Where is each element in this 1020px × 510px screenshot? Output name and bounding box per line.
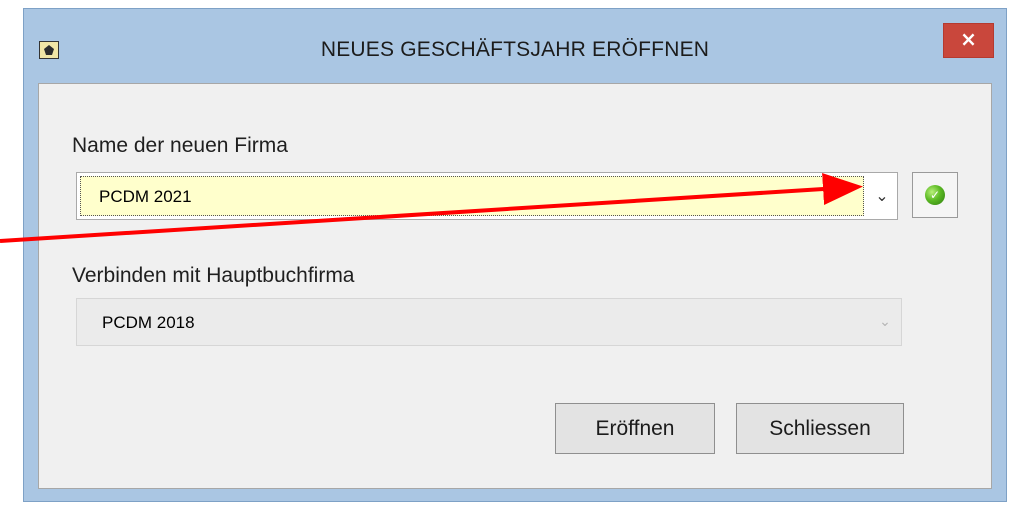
dialog-content: Name der neuen Firma PCDM 2021 ⌄ ✓ Verbi… <box>38 83 992 489</box>
window-title: NEUES GESCHÄFTSJAHR ERÖFFNEN <box>320 38 710 61</box>
dialog-window: NEUES GESCHÄFTSJAHR ERÖFFNEN × Name der … <box>23 8 1007 502</box>
chevron-down-icon[interactable]: ⌄ <box>867 173 897 219</box>
ledger-company-combobox[interactable]: PCDM 2018 ⌄ <box>76 298 902 346</box>
ledger-company-value: PCDM 2018 <box>102 313 195 332</box>
new-company-name-label: Name der neuen Firma <box>72 134 288 157</box>
new-company-name-input[interactable]: PCDM 2021 <box>80 176 864 216</box>
close-window-button[interactable]: × <box>943 23 994 58</box>
new-company-name-combobox[interactable]: PCDM 2021 ⌄ <box>76 172 898 220</box>
title-bar[interactable]: NEUES GESCHÄFTSJAHR ERÖFFNEN × <box>24 9 1006 83</box>
close-button[interactable]: Schliessen <box>736 403 904 454</box>
chevron-down-icon[interactable]: ⌄ <box>875 299 895 345</box>
ledger-company-label: Verbinden mit Hauptbuchfirma <box>72 264 355 287</box>
confirm-name-button[interactable]: ✓ <box>912 172 958 218</box>
checkmark-icon: ✓ <box>925 185 945 205</box>
open-button[interactable]: Eröffnen <box>555 403 715 454</box>
new-company-name-value: PCDM 2021 <box>99 187 192 206</box>
